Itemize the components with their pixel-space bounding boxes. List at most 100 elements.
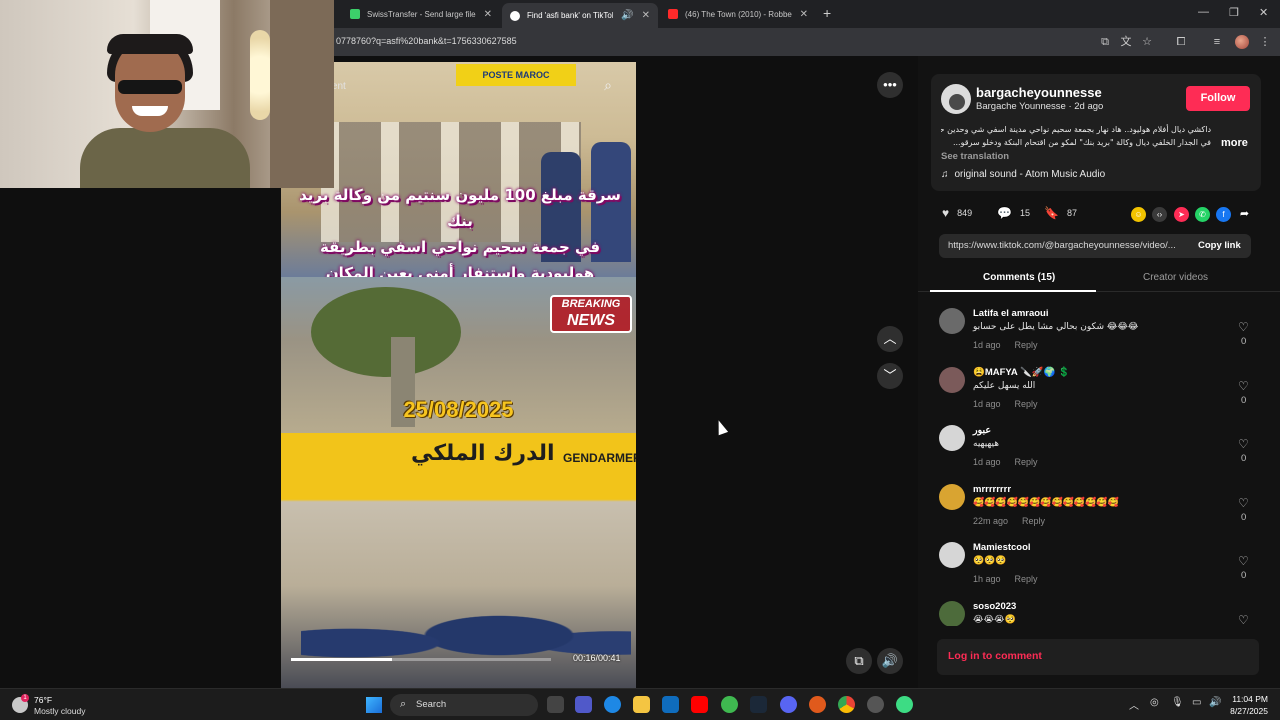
- file-explorer-icon[interactable]: [633, 696, 650, 713]
- mute-tab-icon[interactable]: 🔊: [621, 10, 633, 21]
- outlook-icon[interactable]: [662, 696, 679, 713]
- translate-icon[interactable]: 文: [1119, 35, 1133, 49]
- comment-like-icon[interactable]: ♡: [1238, 554, 1249, 568]
- comment-like-icon[interactable]: ♡: [1238, 496, 1249, 510]
- like-button[interactable]: ♥ 849: [942, 206, 972, 220]
- commenter-name[interactable]: عبور: [973, 425, 991, 436]
- comment-item: mrrrrrrrr 🥰🥰🥰🥰🥰🥰🥰🥰🥰🥰🥰🥰🥰 22m ago Reply ♡ 0: [918, 478, 1280, 536]
- more-link[interactable]: more: [1221, 137, 1248, 149]
- install-app-icon[interactable]: ⧉: [1098, 35, 1112, 49]
- weather-widget[interactable]: 1 76°F Mostly cloudy: [12, 694, 132, 718]
- edge-icon[interactable]: [604, 696, 621, 713]
- facebook-icon[interactable]: f: [1216, 207, 1231, 222]
- comment-button[interactable]: 💬 15: [997, 206, 1030, 220]
- login-to-comment-link[interactable]: Log in to comment: [948, 650, 1042, 662]
- close-tab-icon[interactable]: ✕: [642, 10, 650, 21]
- reply-button[interactable]: Reply: [1015, 340, 1038, 350]
- friends-share-icon[interactable]: ☺: [1131, 207, 1146, 222]
- commenter-name[interactable]: Mamiestcool: [973, 542, 1031, 553]
- speaker-icon[interactable]: 🔊: [1209, 697, 1221, 708]
- task-view-icon[interactable]: [547, 696, 564, 713]
- commenter-avatar[interactable]: [939, 542, 965, 568]
- restore-button[interactable]: ❐: [1229, 6, 1239, 19]
- xbox-icon[interactable]: [721, 696, 738, 713]
- commenter-avatar[interactable]: [939, 484, 965, 510]
- next-video-button[interactable]: ﹀: [877, 363, 903, 389]
- post-description: داكشي ديال أفلام هوليود.. هاد نهار بجمعة…: [941, 125, 1211, 147]
- previous-video-button[interactable]: ︿: [877, 326, 903, 352]
- bookmark-star-icon[interactable]: ☆: [1140, 35, 1154, 49]
- more-options-button[interactable]: •••: [877, 72, 903, 98]
- comment-like-icon[interactable]: ♡: [1238, 379, 1249, 393]
- see-translation-link[interactable]: See translation: [941, 151, 1009, 162]
- commenter-name[interactable]: Latifa el amraoui: [973, 308, 1049, 319]
- new-tab-button[interactable]: +: [823, 5, 831, 21]
- show-hidden-icons-icon[interactable]: ︿: [1129, 697, 1139, 712]
- search-icon[interactable]: ⌕: [604, 77, 612, 94]
- steam-icon[interactable]: [750, 696, 767, 713]
- microphone-icon[interactable]: 🎙: [1171, 697, 1184, 708]
- comment-like-icon[interactable]: ♡: [1238, 437, 1249, 451]
- reply-button[interactable]: Reply: [1022, 516, 1045, 526]
- copy-link-button[interactable]: Copy link: [1198, 240, 1241, 251]
- reply-button[interactable]: Reply: [1015, 574, 1038, 584]
- login-to-comment-bar[interactable]: Log in to comment: [937, 639, 1259, 675]
- chrome-icon[interactable]: [838, 696, 855, 713]
- video-link[interactable]: https://www.tiktok.com/@bargacheyounness…: [948, 240, 1186, 251]
- tab-comments[interactable]: Comments (15): [983, 272, 1055, 283]
- minimize-button[interactable]: —: [1198, 6, 1209, 18]
- picture-in-picture-button[interactable]: ⧉: [846, 648, 872, 674]
- close-tab-icon[interactable]: ✕: [800, 9, 808, 20]
- tab-creator-videos[interactable]: Creator videos: [1143, 272, 1208, 283]
- tab-swisstransfer[interactable]: SwissTransfer - Send large files ✕: [342, 3, 500, 25]
- save-button[interactable]: 🔖 87: [1044, 206, 1077, 220]
- youtube-icon[interactable]: [691, 696, 708, 713]
- profile-avatar[interactable]: [1235, 35, 1249, 49]
- brave-icon[interactable]: [809, 696, 826, 713]
- mouse-cursor: [713, 418, 729, 436]
- sync-icon[interactable]: ◎: [1150, 697, 1159, 708]
- taskbar-search[interactable]: ⌕ Search: [390, 694, 538, 716]
- media-controls-icon[interactable]: ≡: [1210, 35, 1224, 49]
- system-clock[interactable]: 11:04 PM 8/27/2025: [1228, 693, 1268, 717]
- tree: [311, 287, 461, 377]
- url-field[interactable]: 0778760?q=asfi%20bank&t=1756330627585: [336, 36, 517, 46]
- webcam-overlay: [0, 0, 334, 188]
- video-progress-bar[interactable]: [291, 658, 551, 661]
- author-username[interactable]: bargacheyounnesse: [976, 85, 1102, 100]
- close-tab-icon[interactable]: ✕: [484, 9, 492, 20]
- network-icon[interactable]: ▭: [1192, 697, 1201, 708]
- embed-icon[interactable]: ‹›: [1152, 207, 1167, 222]
- reply-button[interactable]: Reply: [1015, 457, 1038, 467]
- close-window-button[interactable]: ✕: [1259, 6, 1268, 19]
- discord-icon[interactable]: [780, 696, 797, 713]
- tab-tiktok-search[interactable]: Find 'asfi bank' on TikTok | 🔊 ✕: [502, 3, 658, 28]
- comment-like-icon[interactable]: ♡: [1238, 613, 1249, 626]
- commenter-name[interactable]: soso2023: [973, 601, 1016, 612]
- share-arrow-icon[interactable]: ➦: [1237, 207, 1252, 222]
- sound-link[interactable]: ♫ original sound - Atom Music Audio: [941, 169, 1105, 180]
- windows-start-icon[interactable]: [366, 697, 382, 713]
- commenter-avatar[interactable]: [939, 308, 965, 334]
- author-avatar[interactable]: [941, 84, 971, 114]
- reply-button[interactable]: Reply: [1015, 399, 1038, 409]
- commenter-name[interactable]: mrrrrrrrr: [973, 484, 1011, 495]
- commenter-avatar[interactable]: [939, 425, 965, 451]
- commenter-avatar[interactable]: [939, 367, 965, 393]
- tab-youtube-the-town[interactable]: (46) The Town (2010) - Robbery ✕: [660, 3, 816, 25]
- volume-button[interactable]: 🔊: [877, 648, 903, 674]
- follow-button[interactable]: Follow: [1186, 86, 1250, 111]
- app-icon[interactable]: [896, 696, 913, 713]
- send-icon[interactable]: ➤: [1174, 207, 1189, 222]
- comment-like-icon[interactable]: ♡: [1238, 320, 1249, 334]
- headline-line: سرقة مبلغ 100 مليون سنتيم من وكالة بريد …: [299, 186, 621, 230]
- commenter-avatar[interactable]: [939, 601, 965, 626]
- comment-item: soso2023 😭😭😭🥺 ♡: [918, 595, 1280, 626]
- teams-icon[interactable]: [575, 696, 592, 713]
- extensions-icon[interactable]: ⧠: [1174, 35, 1188, 49]
- video-frame[interactable]: POSTE MAROC elated content ⌕ سرقة مبلغ 1…: [281, 62, 636, 688]
- browser-menu-icon[interactable]: ⋮: [1258, 35, 1272, 49]
- commenter-name[interactable]: 😩MAFYA 🔪🚀🌍 💲: [973, 367, 1070, 378]
- settings-gear-icon[interactable]: [867, 696, 884, 713]
- whatsapp-icon[interactable]: ✆: [1195, 207, 1210, 222]
